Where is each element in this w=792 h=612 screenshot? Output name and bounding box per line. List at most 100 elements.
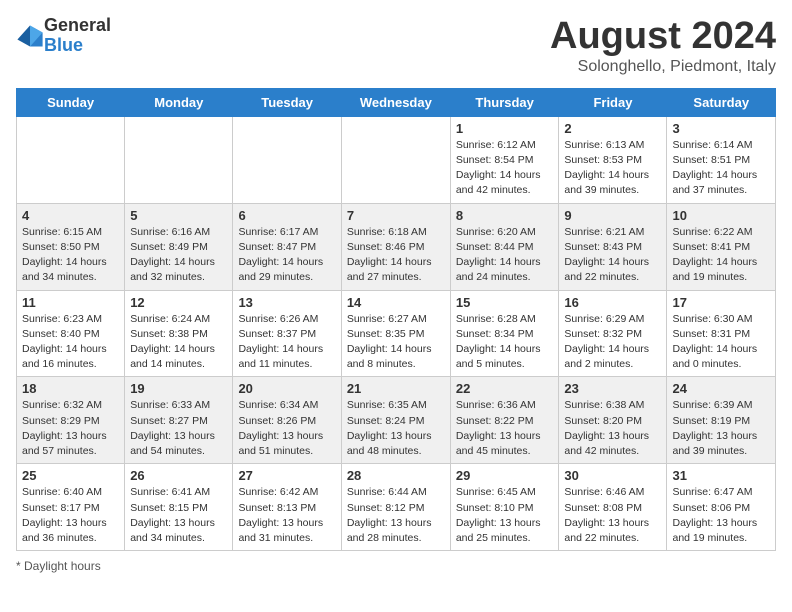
calendar-week-row: 1 Sunrise: 6:12 AMSunset: 8:54 PMDaylight… [17,116,776,203]
day-info: Sunrise: 6:15 AMSunset: 8:50 PMDaylight:… [22,225,119,286]
calendar-day-cell: 29Sunrise: 6:45 AMSunset: 8:10 PMDayligh… [450,464,559,551]
day-number: 3 [672,121,770,136]
day-info: Sunrise: 6:26 AMSunset: 8:37 PMDaylight:… [238,312,335,373]
calendar-day-cell: 9 Sunrise: 6:21 AMSunset: 8:43 PMDaylight… [559,203,667,290]
day-info: Sunrise: 6:47 AMSunset: 8:06 PMDaylight:… [672,485,770,546]
day-number: 23 [564,381,661,396]
calendar-day-cell [341,116,450,203]
calendar-day-cell [17,116,125,203]
day-number: 15 [456,295,554,310]
day-number: 16 [564,295,661,310]
calendar-day-cell: 12 Sunrise: 6:24 AMSunset: 8:38 PMDayligh… [125,290,233,377]
day-info: Sunrise: 6:13 AMSunset: 8:53 PMDaylight:… [564,138,661,199]
month-year-title: August 2024 [550,16,776,58]
generalblue-icon [16,22,44,50]
day-info: Sunrise: 6:22 AMSunset: 8:41 PMDaylight:… [672,225,770,286]
calendar-week-row: 18Sunrise: 6:32 AMSunset: 8:29 PMDayligh… [17,377,776,464]
day-of-week-header: Wednesday [341,88,450,116]
day-info: Sunrise: 6:21 AMSunset: 8:43 PMDaylight:… [564,225,661,286]
calendar-day-cell: 11Sunrise: 6:23 AMSunset: 8:40 PMDayligh… [17,290,125,377]
calendar-day-cell [233,116,341,203]
day-info: Sunrise: 6:16 AMSunset: 8:49 PMDaylight:… [130,225,227,286]
day-info: Sunrise: 6:39 AMSunset: 8:19 PMDaylight:… [672,398,770,459]
day-number: 2 [564,121,661,136]
logo-general-text: General [44,15,111,35]
calendar-day-cell: 21 Sunrise: 6:35 AMSunset: 8:24 PMDayligh… [341,377,450,464]
calendar-week-row: 4 Sunrise: 6:15 AMSunset: 8:50 PMDaylight… [17,203,776,290]
calendar-day-cell: 30 Sunrise: 6:46 AMSunset: 8:08 PMDayligh… [559,464,667,551]
day-of-week-header: Thursday [450,88,559,116]
calendar-day-cell: 31 Sunrise: 6:47 AMSunset: 8:06 PMDayligh… [667,464,776,551]
calendar-day-cell: 19Sunrise: 6:33 AMSunset: 8:27 PMDayligh… [125,377,233,464]
day-number: 11 [22,295,119,310]
day-of-week-header: Sunday [17,88,125,116]
day-number: 27 [238,468,335,483]
day-number: 4 [22,208,119,223]
calendar-day-cell: 17 Sunrise: 6:30 AMSunset: 8:31 PMDayligh… [667,290,776,377]
calendar-day-cell: 25Sunrise: 6:40 AMSunset: 8:17 PMDayligh… [17,464,125,551]
day-number: 13 [238,295,335,310]
header: General Blue August 2024 Solonghello, Pi… [16,16,776,76]
day-of-week-header: Tuesday [233,88,341,116]
title-area: August 2024 Solonghello, Piedmont, Italy [550,16,776,76]
day-number: 28 [347,468,445,483]
day-number: 12 [130,295,227,310]
day-info: Sunrise: 6:46 AMSunset: 8:08 PMDaylight:… [564,485,661,546]
day-number: 20 [238,381,335,396]
day-info: Sunrise: 6:20 AMSunset: 8:44 PMDaylight:… [456,225,554,286]
day-info: Sunrise: 6:17 AMSunset: 8:47 PMDaylight:… [238,225,335,286]
calendar-day-cell: 16Sunrise: 6:29 AMSunset: 8:32 PMDayligh… [559,290,667,377]
calendar-day-cell: 23Sunrise: 6:38 AMSunset: 8:20 PMDayligh… [559,377,667,464]
day-info: Sunrise: 6:36 AMSunset: 8:22 PMDaylight:… [456,398,554,459]
calendar-day-cell: 24 Sunrise: 6:39 AMSunset: 8:19 PMDayligh… [667,377,776,464]
day-number: 5 [130,208,227,223]
day-number: 31 [672,468,770,483]
day-of-week-header: Friday [559,88,667,116]
calendar-day-cell: 22Sunrise: 6:36 AMSunset: 8:22 PMDayligh… [450,377,559,464]
daylight-hours-label: Daylight hours [24,559,101,573]
day-number: 29 [456,468,554,483]
calendar-day-cell: 18Sunrise: 6:32 AMSunset: 8:29 PMDayligh… [17,377,125,464]
day-number: 10 [672,208,770,223]
calendar-day-cell: 5 Sunrise: 6:16 AMSunset: 8:49 PMDaylight… [125,203,233,290]
day-info: Sunrise: 6:40 AMSunset: 8:17 PMDaylight:… [22,485,119,546]
day-of-week-header: Monday [125,88,233,116]
calendar-day-cell: 14Sunrise: 6:27 AMSunset: 8:35 PMDayligh… [341,290,450,377]
day-number: 7 [347,208,445,223]
day-info: Sunrise: 6:24 AMSunset: 8:38 PMDaylight:… [130,312,227,373]
location-subtitle: Solonghello, Piedmont, Italy [550,58,776,76]
day-info: Sunrise: 6:32 AMSunset: 8:29 PMDaylight:… [22,398,119,459]
calendar-day-cell: 15Sunrise: 6:28 AMSunset: 8:34 PMDayligh… [450,290,559,377]
day-number: 8 [456,208,554,223]
calendar-day-cell: 7 Sunrise: 6:18 AMSunset: 8:46 PMDaylight… [341,203,450,290]
calendar-day-cell [125,116,233,203]
day-number: 30 [564,468,661,483]
day-info: Sunrise: 6:42 AMSunset: 8:13 PMDaylight:… [238,485,335,546]
calendar-day-cell: 4 Sunrise: 6:15 AMSunset: 8:50 PMDaylight… [17,203,125,290]
calendar-day-cell: 20Sunrise: 6:34 AMSunset: 8:26 PMDayligh… [233,377,341,464]
day-number: 21 [347,381,445,396]
calendar-day-cell: 26 Sunrise: 6:41 AMSunset: 8:15 PMDayligh… [125,464,233,551]
calendar-day-cell: 2 Sunrise: 6:13 AMSunset: 8:53 PMDaylight… [559,116,667,203]
day-info: Sunrise: 6:35 AMSunset: 8:24 PMDaylight:… [347,398,445,459]
day-info: Sunrise: 6:44 AMSunset: 8:12 PMDaylight:… [347,485,445,546]
day-number: 24 [672,381,770,396]
logo-blue-text: Blue [44,35,83,55]
day-info: Sunrise: 6:14 AMSunset: 8:51 PMDaylight:… [672,138,770,199]
day-info: Sunrise: 6:41 AMSunset: 8:15 PMDaylight:… [130,485,227,546]
calendar-week-row: 11Sunrise: 6:23 AMSunset: 8:40 PMDayligh… [17,290,776,377]
day-info: Sunrise: 6:33 AMSunset: 8:27 PMDaylight:… [130,398,227,459]
calendar-day-cell: 13 Sunrise: 6:26 AMSunset: 8:37 PMDayligh… [233,290,341,377]
day-info: Sunrise: 6:12 AMSunset: 8:54 PMDaylight:… [456,138,554,199]
calendar-table: SundayMondayTuesdayWednesdayThursdayFrid… [16,88,776,551]
day-of-week-header: Saturday [667,88,776,116]
day-info: Sunrise: 6:30 AMSunset: 8:31 PMDaylight:… [672,312,770,373]
day-number: 26 [130,468,227,483]
day-number: 9 [564,208,661,223]
calendar-day-cell: 10 Sunrise: 6:22 AMSunset: 8:41 PMDayligh… [667,203,776,290]
day-info: Sunrise: 6:18 AMSunset: 8:46 PMDaylight:… [347,225,445,286]
calendar-day-cell: 27 Sunrise: 6:42 AMSunset: 8:13 PMDayligh… [233,464,341,551]
footer-note: * Daylight hours [16,559,776,573]
day-number: 1 [456,121,554,136]
day-number: 17 [672,295,770,310]
